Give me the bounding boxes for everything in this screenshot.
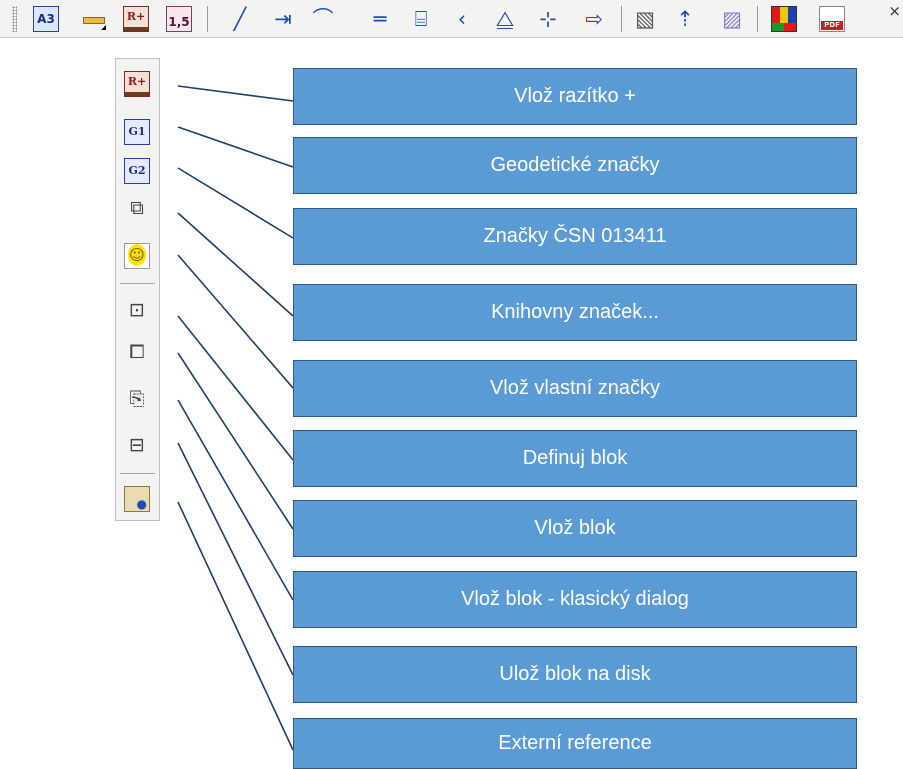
leader-line xyxy=(177,254,294,389)
leader-line xyxy=(177,442,294,676)
callout-csn-symbols: Značky ČSN 013411 xyxy=(293,208,857,265)
leader-line xyxy=(177,126,294,168)
leader-line xyxy=(177,315,294,461)
callout-custom-symbols: Vlož vlastní značky xyxy=(293,360,857,417)
leader-line xyxy=(177,352,294,530)
callout-save-block: Ulož blok na disk xyxy=(293,646,857,703)
leader-line xyxy=(177,399,294,601)
leader-line xyxy=(177,85,294,102)
callout-insert-block-classic: Vlož blok - klasický dialog xyxy=(293,571,857,628)
callout-symbol-library: Knihovny značek... xyxy=(293,284,857,341)
callout-stamp-plus: Vlož razítko + xyxy=(293,68,857,125)
callout-define-block: Definuj blok xyxy=(293,430,857,487)
callout-geodetic-symbols: Geodetické značky xyxy=(293,137,857,194)
callout-external-reference: Externí reference xyxy=(293,718,857,769)
leader-line xyxy=(177,212,294,317)
leader-line xyxy=(177,501,294,751)
callout-insert-block: Vlož blok xyxy=(293,500,857,557)
